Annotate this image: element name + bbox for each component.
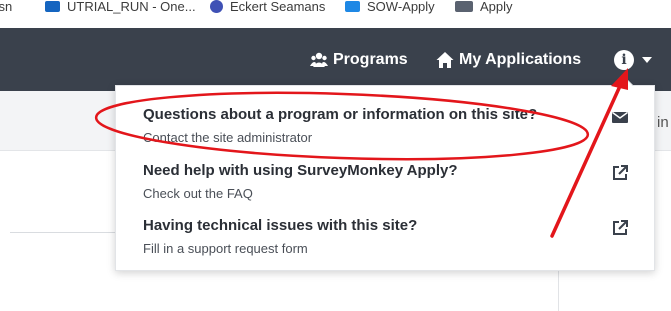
- chevron-down-icon: [642, 56, 652, 63]
- external-link-icon: [613, 165, 628, 180]
- site-favicon-icon: [210, 0, 223, 13]
- menu-item-title: Questions about a program or information…: [143, 106, 538, 123]
- menu-item-subtitle: Contact the site administrator: [143, 130, 313, 145]
- screenshot-stage: ssn UTRIAL_RUN - One... Eckert Seamans S…: [0, 0, 671, 311]
- help-dropdown-menu: Questions about a program or information…: [115, 75, 656, 271]
- info-icon: i: [614, 49, 634, 70]
- bookmark-item[interactable]: Eckert Seamans: [210, 0, 325, 16]
- menu-item-subtitle: Check out the FAQ: [143, 186, 253, 201]
- users-icon: [310, 52, 328, 67]
- onedrive-icon: [45, 0, 60, 12]
- page-peek-text: in: [657, 114, 669, 131]
- envelope-icon: [612, 111, 628, 123]
- bookmark-item[interactable]: ssn: [0, 0, 12, 16]
- menu-item-title: Need help with using SurveyMonkey Apply?: [143, 162, 458, 179]
- menu-item-faq[interactable]: Need help with using SurveyMonkey Apply?…: [116, 162, 656, 214]
- bookmark-label: UTRIAL_RUN - One...: [67, 0, 196, 14]
- nav-applications-label: My Applications: [459, 50, 582, 68]
- bookmark-label: SOW-Apply: [367, 0, 435, 14]
- nav-my-applications[interactable]: My Applications: [436, 28, 581, 91]
- apply-favicon-icon: [455, 0, 473, 12]
- menu-item-title: Having technical issues with this site?: [143, 217, 418, 234]
- menu-item-support-request[interactable]: Having technical issues with this site? …: [116, 217, 656, 269]
- bookmark-item[interactable]: SOW-Apply: [345, 0, 435, 16]
- bookmark-label: Apply: [480, 0, 513, 14]
- top-navbar: Programs My Applications i: [0, 28, 671, 91]
- nav-programs[interactable]: Programs: [310, 28, 408, 91]
- home-icon: [436, 51, 454, 68]
- bookmark-item[interactable]: UTRIAL_RUN - One...: [45, 0, 196, 16]
- bookmark-item[interactable]: Apply: [455, 0, 513, 16]
- menu-item-contact-admin[interactable]: Questions about a program or information…: [116, 106, 656, 158]
- menu-item-subtitle: Fill in a support request form: [143, 241, 308, 256]
- nav-programs-label: Programs: [333, 50, 408, 68]
- apply-favicon-icon: [345, 0, 360, 12]
- external-link-icon: [613, 220, 628, 235]
- bookmarks-bar: ssn UTRIAL_RUN - One... Eckert Seamans S…: [0, 0, 671, 28]
- bookmark-label: Eckert Seamans: [230, 0, 326, 14]
- bookmark-label: ssn: [0, 0, 13, 14]
